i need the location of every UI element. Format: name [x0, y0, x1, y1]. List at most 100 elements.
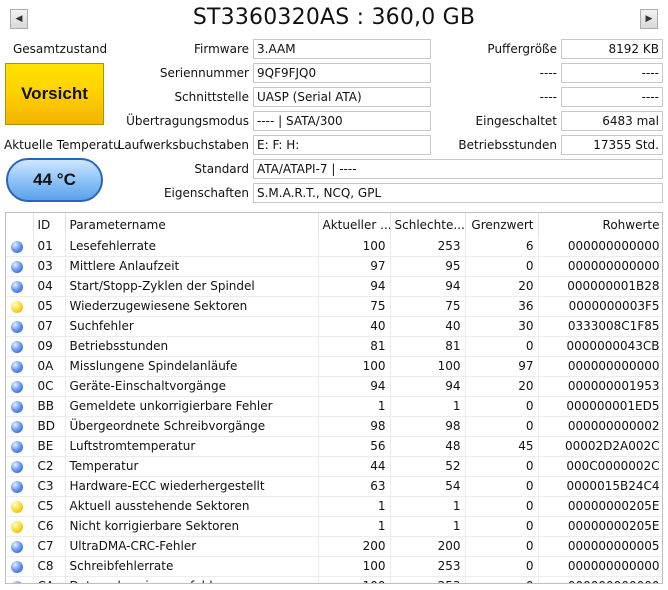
health-label: Gesamtzustand: [13, 42, 108, 56]
health-status-button[interactable]: Vorsicht: [5, 63, 104, 125]
threshold-value: 0: [465, 256, 539, 277]
current-value: 98: [318, 416, 391, 437]
table-row[interactable]: C3 Hardware-ECC wiederhergestellt 63 54 0 000…: [6, 476, 662, 497]
status-cell: [6, 336, 34, 357]
features-label: Eigenschaften: [163, 186, 249, 200]
attribute-name: Nicht korrigierbare Sektoren: [65, 516, 319, 537]
raw-value: 000000000000: [538, 237, 662, 257]
table-row[interactable]: 0C Geräte-Einschaltvorgänge 94 94 20 00000000…: [6, 376, 662, 397]
current-value: 100: [318, 237, 391, 257]
triangle-right-icon: ▶: [645, 14, 653, 24]
buffer-size-field: 8192 KB: [561, 39, 663, 59]
attribute-id: 04: [33, 276, 66, 297]
attribute-name: Suchfehler: [65, 316, 319, 337]
raw-value: 0333008C1F85: [538, 316, 662, 337]
threshold-value: 97: [465, 356, 539, 377]
column-header-name[interactable]: Parametername: [65, 213, 319, 237]
current-value: 75: [318, 296, 391, 317]
status-cell: [6, 536, 34, 557]
threshold-value: 0: [465, 336, 539, 357]
table-row[interactable]: CADatenadressierungsfehler10025300000000…: [6, 576, 662, 583]
status-cell: [6, 416, 34, 437]
column-header-threshold[interactable]: Grenzwert: [465, 213, 539, 237]
worst-value: 95: [390, 256, 466, 277]
table-row[interactable]: 07 Suchfehler 40 40 30 0333008C1F85: [6, 316, 662, 337]
smart-attribute-table[interactable]: ID Parametername Aktueller ... Schlechte…: [5, 212, 663, 584]
attribute-name: Hardware-ECC wiederhergestellt: [65, 476, 319, 497]
table-row[interactable]: 03 Mittlere Anlaufzeit 97 95 0 000000000000: [6, 256, 662, 277]
power-on-count-field: 6483 mal: [561, 111, 663, 131]
attribute-name: UltraDMA-CRC-Fehler: [65, 536, 319, 557]
column-header-status[interactable]: [6, 213, 34, 237]
status-dot-icon: [11, 560, 23, 573]
unused-field-1: ----: [561, 63, 663, 83]
worst-value: 253: [390, 556, 466, 577]
serial-field: 9QF9FJQ0: [253, 63, 431, 83]
table-row[interactable]: BE Luftstromtemperatur 56 48 45 00002D2A002C: [6, 436, 662, 457]
threshold-value: 0: [465, 556, 539, 577]
current-value: 100: [318, 556, 391, 577]
status-dot-icon: [11, 300, 23, 313]
standard-label: Standard: [194, 162, 249, 176]
attribute-name: Aktuell ausstehende Sektoren: [65, 496, 319, 517]
attribute-id: C5: [33, 496, 66, 517]
table-row[interactable]: BB Gemeldete unkorrigierbare Fehler 1 1 0 000…: [6, 396, 662, 417]
attribute-id: C6: [33, 516, 66, 537]
attribute-name: Mittlere Anlaufzeit: [65, 256, 319, 277]
table-row[interactable]: BD Übergeordnete Schreibvorgänge 98 98 0 0000…: [6, 416, 662, 437]
threshold-value: 45: [465, 436, 539, 457]
attribute-name: Übergeordnete Schreibvorgänge: [65, 416, 319, 437]
current-value: 1: [318, 496, 391, 517]
attribute-id: 09: [33, 336, 66, 357]
status-dot-icon: [11, 240, 23, 253]
serial-label: Seriennummer: [159, 66, 249, 80]
threshold-value: 36: [465, 296, 539, 317]
attribute-name: Temperatur: [65, 456, 319, 477]
table-row[interactable]: 04 Start/Stopp-Zyklen der Spindel 94 94 20 00…: [6, 276, 662, 297]
raw-value: 000000001ED5: [538, 396, 662, 417]
status-dot-icon: [11, 520, 23, 533]
table-row[interactable]: 09 Betriebsstunden 81 81 0 0000000043CB: [6, 336, 662, 357]
threshold-value: 6: [465, 237, 539, 257]
column-header-worst[interactable]: Schlechte...: [390, 213, 466, 237]
table-header-row: ID Parametername Aktueller ... Schlechte…: [6, 213, 662, 237]
threshold-value: 0: [465, 516, 539, 537]
temperature-display[interactable]: 44 °C: [6, 158, 103, 202]
attribute-id: 07: [33, 316, 66, 337]
worst-value: 75: [390, 296, 466, 317]
raw-value: 000000000000: [538, 556, 662, 577]
table-row[interactable]: C7 UltraDMA-CRC-Fehler 200 200 0 000000000005: [6, 536, 662, 557]
transfer-mode-field: ---- | SATA/300: [253, 111, 431, 131]
worst-value: 100: [390, 356, 466, 377]
attribute-name: Misslungene Spindelanläufe: [65, 356, 319, 377]
table-row[interactable]: 01 Lesefehlerrate 100 253 6 000000000000: [6, 237, 662, 257]
table-row[interactable]: 0A Misslungene Spindelanläufe 100 100 97 0000…: [6, 356, 662, 377]
column-header-id[interactable]: ID: [33, 213, 66, 237]
threshold-value: 0: [465, 576, 539, 583]
status-dot-icon: [11, 400, 23, 413]
raw-value: 00002D2A002C: [538, 436, 662, 457]
table-row[interactable]: C8 Schreibfehlerrate 100 253 0 000000000000: [6, 556, 662, 577]
unused-label-1: ----: [539, 66, 557, 80]
current-value: 40: [318, 316, 391, 337]
table-row[interactable]: C6 Nicht korrigierbare Sektoren 1 1 0 0000000…: [6, 516, 662, 537]
worst-value: 1: [390, 396, 466, 417]
next-disk-button[interactable]: ▶: [640, 9, 658, 29]
attribute-name: Datenadressierungsfehler: [65, 576, 319, 583]
attribute-id: 03: [33, 256, 66, 277]
column-header-current[interactable]: Aktueller ...: [318, 213, 391, 237]
worst-value: 253: [390, 576, 466, 583]
worst-value: 40: [390, 316, 466, 337]
buffer-size-label: Puffergröße: [487, 42, 557, 56]
status-dot-icon: [11, 580, 23, 583]
interface-label: Schnittstelle: [174, 90, 249, 104]
table-row[interactable]: C5 Aktuell ausstehende Sektoren 1 1 0 0000000…: [6, 496, 662, 517]
column-header-raw[interactable]: Rohwerte: [538, 213, 662, 237]
raw-value: 0000015B24C4: [538, 476, 662, 497]
table-row[interactable]: 05 Wiederzugewiesene Sektoren 75 75 36 000000…: [6, 296, 662, 317]
threshold-value: 0: [465, 476, 539, 497]
attribute-id: CA: [33, 576, 66, 583]
current-value: 100: [318, 576, 391, 583]
table-row[interactable]: C2 Temperatur 44 52 0 000C0000002C: [6, 456, 662, 477]
attribute-name: Gemeldete unkorrigierbare Fehler: [65, 396, 319, 417]
